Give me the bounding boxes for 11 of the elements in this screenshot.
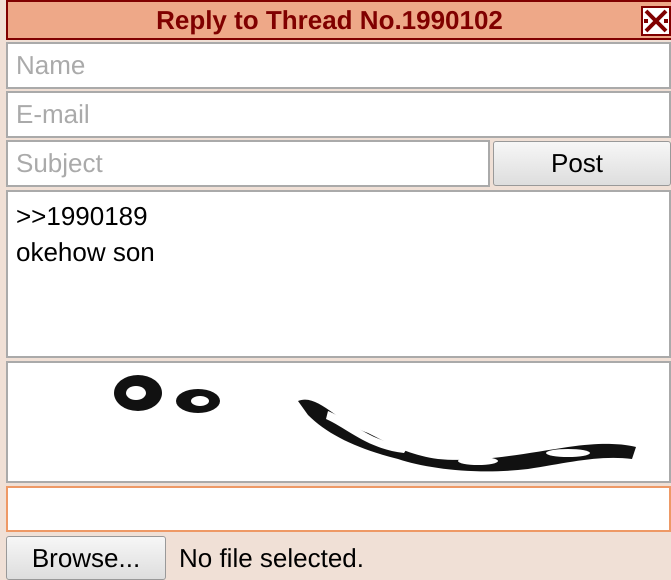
text-field[interactable]: Name: [6, 42, 671, 89]
text-field[interactable]: E-mail: [6, 91, 671, 138]
close-icon[interactable]: [641, 6, 671, 36]
file-status: No file selected.: [179, 542, 364, 574]
dialog-title: Reply to Thread No.1990102: [156, 4, 503, 36]
comment-field[interactable]: >>1990189 okehow son: [6, 190, 671, 358]
browse-button[interactable]: Browse...: [6, 536, 166, 580]
subject-field[interactable]: Subject: [6, 140, 490, 187]
post-button[interactable]: Post: [493, 141, 671, 186]
dialog-title-bar[interactable]: Reply to Thread No.1990102: [6, 0, 671, 40]
captcha-answer-field[interactable]: [6, 486, 671, 532]
